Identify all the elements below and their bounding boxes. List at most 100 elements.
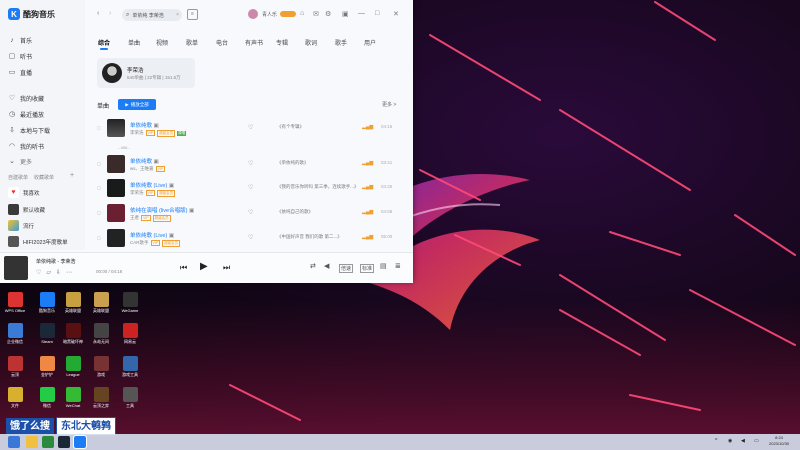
repeat-icon[interactable]: ⇄	[310, 262, 316, 270]
song-cover[interactable]	[107, 119, 125, 137]
desktop-icon[interactable]: 云顶之弈	[86, 387, 116, 409]
song-album[interactable]: 《我的音乐你听吗 第三季，连续歌手...》	[277, 184, 359, 190]
taskbar-clock[interactable]: 8:24 2023/10/30	[769, 435, 789, 447]
sidebar-item-recent[interactable]: ◷ 最近播放	[8, 108, 80, 120]
tab-playlists[interactable]: 歌单	[186, 38, 198, 47]
tab-all[interactable]: 综合	[98, 38, 110, 50]
desktop-icon[interactable]: 永劫无间	[86, 323, 116, 345]
quality-button[interactable]: 标准	[360, 264, 375, 273]
add-playlist-icon[interactable]: +	[70, 172, 74, 179]
next-icon[interactable]: ⏭	[223, 263, 230, 273]
tab-songs[interactable]: 单曲	[128, 38, 140, 47]
song-album[interactable]: 《有个专辑》	[277, 124, 304, 130]
more-songs-link[interactable]: 更多 >	[382, 101, 396, 108]
volume-icon[interactable]: ◀	[324, 262, 329, 270]
start-button-icon[interactable]	[8, 436, 20, 448]
desktop-icon[interactable]: 网易云	[115, 323, 145, 345]
desktop-icon[interactable]: 云顶	[0, 356, 30, 378]
network-icon[interactable]: ◉	[728, 438, 732, 444]
comment-icon[interactable]: ▱	[46, 269, 51, 276]
row-checkbox[interactable]: ▢	[97, 125, 101, 130]
desktop-icon[interactable]: 企业微信	[0, 323, 30, 345]
row-checkbox[interactable]: ▢	[97, 210, 101, 215]
desktop-icon[interactable]: 暗黑破坏神	[58, 323, 88, 345]
playlist-item[interactable]: HIFI2023年度歌单	[8, 236, 68, 247]
forward-icon[interactable]: ›	[109, 10, 111, 17]
shirt-icon[interactable]: ⌂	[300, 10, 304, 17]
artist-card[interactable]: 李荣浩 540单曲 | 22专辑 | 151.5万	[97, 58, 195, 88]
tab-videos[interactable]: 视频	[156, 38, 168, 47]
sidebar-item-live[interactable]: ▭ 直播	[8, 66, 80, 78]
tab-radio[interactable]: 电台	[216, 38, 228, 47]
mv-icon[interactable]: ▣	[169, 183, 174, 189]
mv-icon[interactable]: ▣	[154, 123, 159, 129]
song-cover[interactable]	[107, 155, 125, 173]
sidebar-item-downloads[interactable]: ⇩ 本地与下载	[8, 124, 80, 136]
play-button[interactable]: ▶	[200, 261, 208, 272]
song-row[interactable]: ▢ 单依纯歌 ▣ ws、王唯嘉 VIP ♡ 《单依纯的歌》 ▂▄▆ 03:41	[97, 154, 402, 176]
play-all-button[interactable]: ▶ 播放全部	[118, 99, 156, 110]
now-playing-title[interactable]: 单依纯歌 - 李荣浩	[36, 258, 75, 265]
song-row[interactable]: ▢ 单依纯歌 (Live) ▣ 李荣浩 VIP 超级会员 ♡ 《我的音乐你听吗 第三季，连续…	[97, 178, 402, 200]
desktop-icon[interactable]: 工具	[115, 387, 145, 409]
desktop-icon[interactable]: WeChat	[58, 387, 88, 408]
playlist-item[interactable]: ♥ 我喜欢	[8, 187, 40, 198]
song-row[interactable]: ▢ 依纯在演唱 (live合唱版) ▣ 王者 VIP 超级会员 ♡ 《依纯自己的歌》 ▂▄▆ 0…	[97, 203, 402, 225]
desktop-icon[interactable]: WeGame	[115, 292, 145, 313]
section-created-playlists[interactable]: 自建歌单	[8, 174, 28, 181]
heart-icon[interactable]: ♡	[248, 184, 253, 191]
battery-icon[interactable]: ▭	[754, 438, 759, 444]
sidebar-item-favorites[interactable]: ♡ 我的收藏	[8, 92, 80, 104]
song-title[interactable]: 依纯在演唱 (live合唱版) ▣	[130, 206, 194, 214]
song-album[interactable]: 《单依纯的歌》	[277, 160, 309, 166]
minimize-icon[interactable]: —	[358, 10, 365, 17]
desktop-icon[interactable]: 游戏	[86, 356, 116, 378]
song-album[interactable]: 《依纯自己的歌》	[277, 209, 313, 215]
heart-icon[interactable]: ♡	[248, 160, 253, 167]
now-playing-cover[interactable]	[4, 256, 28, 280]
search-input[interactable]: ⌕ 单依纯 李荣浩 ×	[122, 9, 182, 21]
desktop-icon[interactable]: 游戏工具	[115, 356, 145, 378]
voice-search-icon[interactable]: ≡	[187, 9, 198, 20]
download-icon[interactable]: ⇩	[56, 269, 61, 276]
file-explorer-icon[interactable]	[26, 436, 38, 448]
maximize-icon[interactable]: □	[375, 10, 379, 17]
more-icon[interactable]: ⋯	[66, 269, 72, 276]
desktop-icon[interactable]: 英雄联盟	[86, 292, 116, 314]
song-cover[interactable]	[107, 179, 125, 197]
settings-icon[interactable]: ⚙	[325, 10, 331, 18]
tab-lyrics[interactable]: 歌词	[305, 38, 317, 47]
mini-mode-icon[interactable]: ▣	[342, 10, 349, 18]
row-checkbox[interactable]: ▢	[97, 161, 101, 166]
sidebar-item-my-audiobooks[interactable]: ◠ 我的听书	[8, 140, 80, 152]
playlist-queue-icon[interactable]: ≣	[395, 262, 401, 270]
vip-badge[interactable]	[280, 11, 296, 17]
mv-icon[interactable]: ▣	[189, 208, 194, 214]
heart-icon[interactable]: ♡	[248, 234, 253, 241]
steam-taskbar-icon[interactable]	[58, 436, 70, 448]
sidebar-item-audiobook[interactable]: ▢ 听书	[8, 50, 80, 62]
tab-users[interactable]: 用户	[364, 38, 376, 47]
song-title[interactable]: 单依纯歌 ▣	[130, 121, 159, 129]
user-name[interactable]: 青人乐	[262, 11, 277, 18]
playlist-item[interactable]: 默认收藏	[8, 204, 45, 215]
sidebar-item-more[interactable]: ⌄ 更多	[8, 155, 80, 167]
row-checkbox[interactable]: ▢	[97, 185, 101, 190]
song-row[interactable]: ▢ 单依纯歌 ▣ 李荣浩 VIP 超级会员 原唱 ♡ 《有个专辑》 ▂▄▆ 04:16	[97, 118, 402, 140]
song-cover[interactable]	[107, 229, 125, 247]
clear-search-icon[interactable]: ×	[176, 12, 179, 18]
desktop-icon[interactable]: 文件	[0, 387, 30, 409]
row-checkbox[interactable]: ▢	[97, 235, 101, 240]
song-album[interactable]: 《中国好声音 我们的歌 第二...》	[277, 234, 342, 240]
heart-icon[interactable]: ♡	[248, 209, 253, 216]
back-icon[interactable]: ‹	[97, 10, 99, 17]
taskbar-app-icon[interactable]	[42, 436, 54, 448]
tray-chevron-icon[interactable]: ^	[715, 438, 717, 444]
playlist-item[interactable]: 流行	[8, 220, 34, 231]
mail-icon[interactable]: ✉	[313, 10, 319, 18]
sidebar-item-music[interactable]: ♪ 首乐	[8, 34, 80, 46]
mv-icon[interactable]: ▣	[154, 159, 159, 165]
section-collected-playlists[interactable]: 收藏歌单	[34, 174, 54, 181]
close-icon[interactable]: ✕	[393, 10, 399, 18]
tab-audiobooks[interactable]: 有声书	[245, 38, 263, 47]
